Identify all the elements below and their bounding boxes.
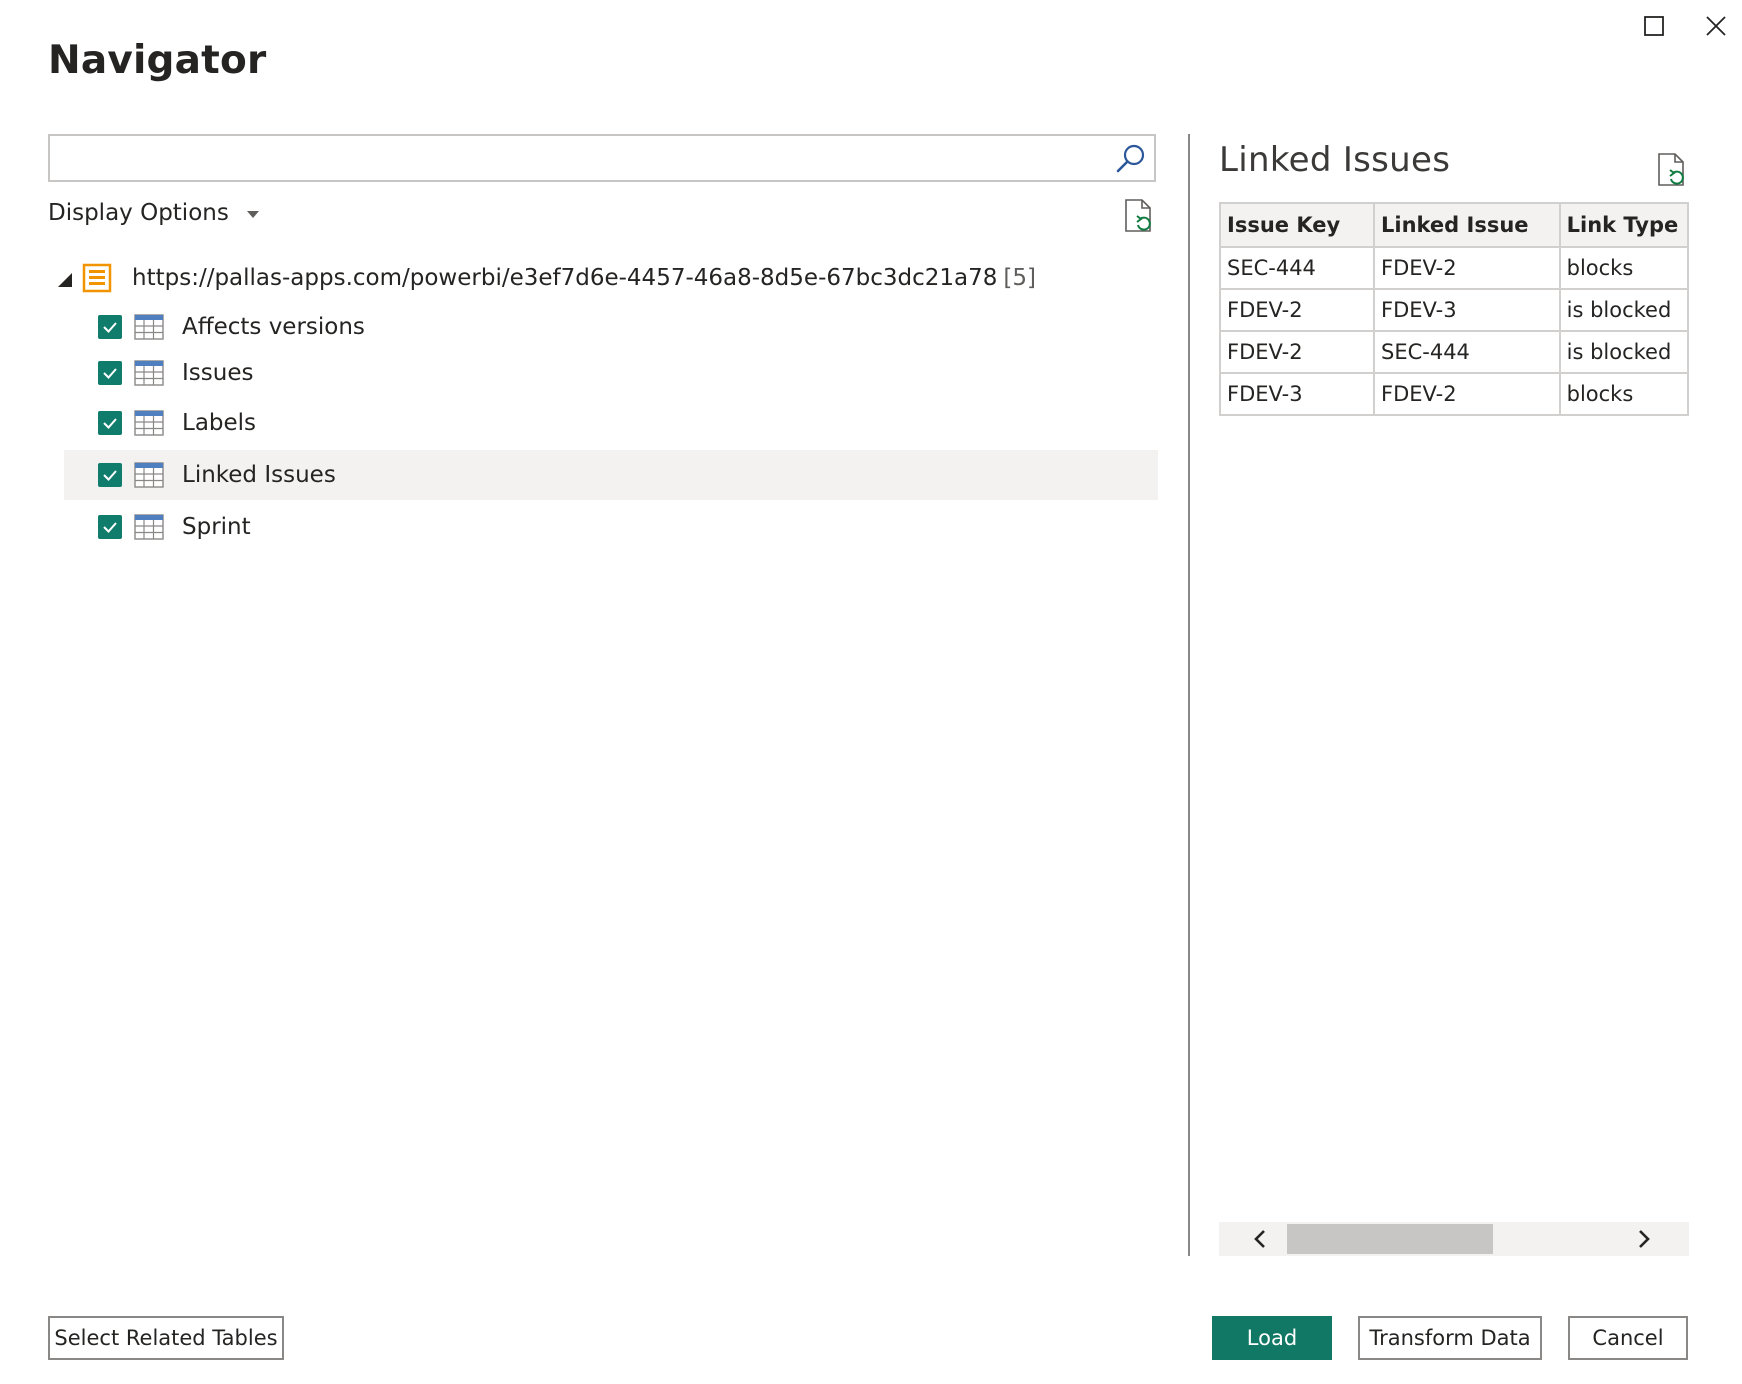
database-icon — [82, 263, 112, 293]
cancel-button[interactable]: Cancel — [1568, 1316, 1688, 1360]
column-header[interactable]: Issue Key — [1219, 202, 1375, 248]
table-cell: FDEV-2 — [1219, 330, 1375, 374]
tree-item-label: Affects versions — [182, 314, 365, 340]
table-cell: FDEV-2 — [1219, 288, 1375, 332]
refresh-preview-icon[interactable] — [1655, 152, 1689, 188]
search-box[interactable] — [48, 134, 1156, 182]
table-cell: blocks — [1558, 372, 1689, 416]
tree-item-sprint[interactable]: Sprint — [64, 502, 1158, 552]
chevron-right-icon[interactable] — [1633, 1228, 1655, 1250]
table-row: FDEV-2 SEC-444 is blocked — [1219, 330, 1689, 374]
checkmark-icon — [103, 522, 117, 533]
table-row: SEC-444 FDEV-2 blocks — [1219, 246, 1689, 290]
table-icon — [134, 462, 164, 488]
preview-table-container[interactable]: Issue Key Linked Issue Link Type SEC-444… — [1219, 202, 1689, 416]
display-options-dropdown[interactable]: Display Options — [48, 200, 259, 226]
maximize-button[interactable] — [1632, 6, 1676, 46]
load-button[interactable]: Load — [1212, 1316, 1332, 1360]
transform-data-button[interactable]: Transform Data — [1358, 1316, 1542, 1360]
close-icon — [1706, 16, 1726, 36]
refresh-icon[interactable] — [1122, 198, 1156, 234]
tree-item-labels[interactable]: Labels — [64, 398, 1158, 448]
chevron-left-icon[interactable] — [1249, 1228, 1271, 1250]
table-header-row: Issue Key Linked Issue Link Type — [1219, 202, 1689, 248]
checkmark-icon — [103, 368, 117, 379]
column-header[interactable]: Link Type — [1558, 202, 1689, 248]
table-icon — [134, 514, 164, 540]
tree-item-issues[interactable]: Issues — [64, 348, 1158, 398]
tree-item-label: Sprint — [182, 514, 251, 540]
table-cell: SEC-444 — [1219, 246, 1375, 290]
tree-root-count: [5] — [1003, 265, 1036, 291]
tree-root[interactable]: https://pallas-apps.com/powerbi/e3ef7d6e… — [58, 258, 1036, 298]
checkbox[interactable] — [98, 411, 122, 435]
select-related-tables-button[interactable]: Select Related Tables — [48, 1316, 284, 1360]
search-input[interactable] — [50, 136, 1100, 180]
preview-table: Issue Key Linked Issue Link Type SEC-444… — [1219, 202, 1689, 416]
table-row: FDEV-2 FDEV-3 is blocked — [1219, 288, 1689, 332]
display-options-label: Display Options — [48, 200, 229, 226]
checkmark-icon — [103, 418, 117, 429]
horizontal-scrollbar[interactable] — [1219, 1222, 1689, 1256]
tree-root-label: https://pallas-apps.com/powerbi/e3ef7d6e… — [132, 265, 998, 291]
table-row: FDEV-3 FDEV-2 blocks — [1219, 372, 1689, 416]
maximize-icon — [1644, 16, 1664, 36]
table-icon — [134, 314, 164, 340]
pane-divider — [1188, 134, 1190, 1256]
chevron-down-icon — [246, 210, 259, 218]
preview-title: Linked Issues — [1219, 140, 1451, 180]
table-cell: FDEV-2 — [1373, 246, 1561, 290]
checkbox[interactable] — [98, 515, 122, 539]
checkbox[interactable] — [98, 361, 122, 385]
checkbox[interactable] — [98, 315, 122, 339]
table-icon — [134, 410, 164, 436]
search-icon[interactable] — [1114, 142, 1148, 176]
checkmark-icon — [103, 470, 117, 481]
table-cell: is blocked — [1558, 330, 1689, 374]
column-header[interactable]: Linked Issue — [1373, 202, 1561, 248]
checkmark-icon — [103, 322, 117, 333]
scrollbar-thumb[interactable] — [1287, 1224, 1493, 1254]
dialog-title: Navigator — [48, 38, 267, 83]
table-cell: blocks — [1558, 246, 1689, 290]
table-cell: FDEV-3 — [1219, 372, 1375, 416]
table-cell: SEC-444 — [1373, 330, 1561, 374]
table-cell: FDEV-2 — [1373, 372, 1561, 416]
checkbox[interactable] — [98, 463, 122, 487]
table-icon — [134, 360, 164, 386]
close-button[interactable] — [1694, 6, 1738, 46]
tree-item-affects-versions[interactable]: Affects versions — [64, 302, 1158, 352]
collapse-icon[interactable] — [58, 273, 72, 287]
tree-item-linked-issues[interactable]: Linked Issues — [64, 450, 1158, 500]
tree-item-label: Linked Issues — [182, 462, 336, 488]
tree-item-label: Issues — [182, 360, 254, 386]
tree-item-label: Labels — [182, 410, 257, 436]
table-cell: is blocked — [1558, 288, 1689, 332]
table-cell: FDEV-3 — [1373, 288, 1561, 332]
